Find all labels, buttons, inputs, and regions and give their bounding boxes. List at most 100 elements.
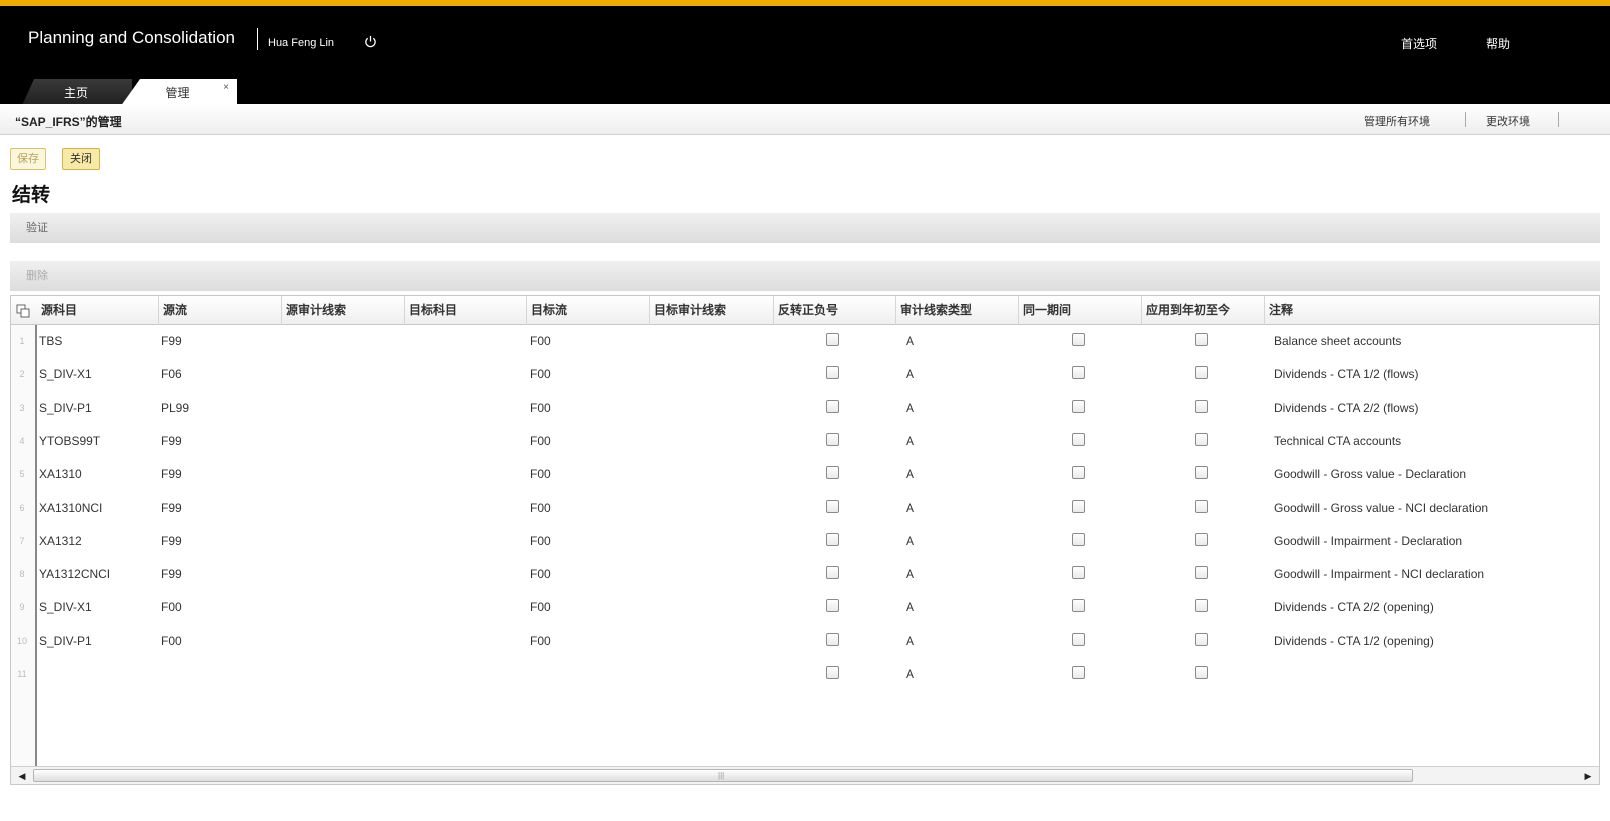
apply-ytd-checkbox[interactable] bbox=[1195, 432, 1208, 446]
same-period-checkbox[interactable] bbox=[1072, 366, 1085, 380]
source-flow-cell[interactable]: F00 bbox=[161, 634, 182, 648]
comment-cell[interactable]: Dividends - CTA 1/2 (opening) bbox=[1274, 634, 1434, 648]
apply-ytd-checkbox[interactable] bbox=[1195, 532, 1208, 546]
delete-button[interactable]: 删除 bbox=[10, 261, 1600, 291]
col-reverse-sign[interactable]: 反转正负号 bbox=[774, 296, 896, 325]
apply-ytd-checkbox[interactable] bbox=[1195, 466, 1208, 480]
target-flow-cell[interactable]: F00 bbox=[530, 401, 551, 415]
source-flow-cell[interactable]: F99 bbox=[161, 434, 182, 448]
tab-close-icon[interactable]: × bbox=[223, 79, 229, 102]
scroll-right-icon[interactable]: ▶ bbox=[1579, 767, 1597, 785]
audit-trail-type-cell[interactable]: A bbox=[906, 467, 914, 481]
same-period-checkbox[interactable] bbox=[1072, 333, 1085, 346]
comment-cell[interactable]: Goodwill - Impairment - Declaration bbox=[1274, 534, 1462, 548]
power-icon[interactable] bbox=[364, 35, 377, 48]
reverse-sign-checkbox[interactable] bbox=[826, 399, 839, 413]
table-row[interactable]: 4 YTOBS99T F99 F00 A Technical CTA accounts bbox=[11, 425, 1599, 458]
reverse-sign-checkbox[interactable] bbox=[826, 499, 839, 513]
audit-trail-type-cell[interactable]: A bbox=[906, 334, 914, 348]
horizontal-scrollbar[interactable]: ◀ ||| ▶ bbox=[11, 766, 1599, 784]
preferences-link[interactable]: 首选项 bbox=[1401, 35, 1437, 52]
col-source-account[interactable]: 源科目 bbox=[37, 296, 159, 325]
table-row[interactable]: 2 S_DIV-X1 F06 F00 A Dividends - CTA 1/2 (flo… bbox=[11, 358, 1599, 391]
same-period-checkbox[interactable] bbox=[1072, 599, 1085, 613]
table-row[interactable]: 11 A bbox=[11, 658, 1599, 691]
source-flow-cell[interactable]: F06 bbox=[161, 367, 182, 381]
audit-trail-type-cell[interactable]: A bbox=[906, 600, 914, 614]
apply-ytd-checkbox[interactable] bbox=[1195, 666, 1208, 679]
scroll-thumb[interactable]: ||| bbox=[33, 769, 1413, 782]
reverse-sign-checkbox[interactable] bbox=[826, 432, 839, 446]
reverse-sign-checkbox[interactable] bbox=[826, 566, 839, 580]
source-account-cell[interactable]: XA1312 bbox=[39, 534, 82, 548]
apply-ytd-checkbox[interactable] bbox=[1195, 499, 1208, 513]
target-flow-cell[interactable]: F00 bbox=[530, 600, 551, 614]
same-period-checkbox[interactable] bbox=[1072, 399, 1085, 413]
same-period-checkbox[interactable] bbox=[1072, 432, 1085, 446]
comment-cell[interactable]: Dividends - CTA 2/2 (flows) bbox=[1274, 401, 1419, 415]
source-flow-cell[interactable]: F00 bbox=[161, 600, 182, 614]
col-source-flow[interactable]: 源流 bbox=[159, 296, 282, 325]
source-flow-cell[interactable]: F99 bbox=[161, 334, 182, 348]
table-row[interactable]: 7 XA1312 F99 F00 A Goodwill - Impairment - De… bbox=[11, 525, 1599, 558]
col-comment[interactable]: 注释 bbox=[1265, 296, 1599, 325]
audit-trail-type-cell[interactable]: A bbox=[906, 501, 914, 515]
source-account-cell[interactable]: S_DIV-X1 bbox=[39, 367, 92, 381]
comment-cell[interactable]: Technical CTA accounts bbox=[1274, 434, 1401, 448]
reverse-sign-checkbox[interactable] bbox=[826, 333, 839, 346]
manage-all-environments-link[interactable]: 管理所有环境 bbox=[1364, 113, 1430, 129]
audit-trail-type-cell[interactable]: A bbox=[906, 667, 914, 681]
comment-cell[interactable]: Dividends - CTA 2/2 (opening) bbox=[1274, 600, 1434, 614]
same-period-checkbox[interactable] bbox=[1072, 632, 1085, 646]
audit-trail-type-cell[interactable]: A bbox=[906, 634, 914, 648]
col-same-period[interactable]: 同一期间 bbox=[1019, 296, 1142, 325]
col-apply-to-ytd[interactable]: 应用到年初至今 bbox=[1142, 296, 1265, 325]
source-account-cell[interactable]: YA1312CNCI bbox=[39, 567, 110, 581]
apply-ytd-checkbox[interactable] bbox=[1195, 566, 1208, 580]
source-account-cell[interactable]: XA1310NCI bbox=[39, 501, 102, 515]
reverse-sign-checkbox[interactable] bbox=[826, 666, 839, 679]
table-row[interactable]: 8 YA1312CNCI F99 F00 A Goodwill - Impairment … bbox=[11, 558, 1599, 591]
table-row[interactable]: 6 XA1310NCI F99 F00 A Goodwill - Gross value … bbox=[11, 492, 1599, 525]
comment-cell[interactable]: Dividends - CTA 1/2 (flows) bbox=[1274, 367, 1419, 381]
source-account-cell[interactable]: YTOBS99T bbox=[39, 434, 100, 448]
same-period-checkbox[interactable] bbox=[1072, 666, 1085, 679]
apply-ytd-checkbox[interactable] bbox=[1195, 632, 1208, 646]
source-flow-cell[interactable]: F99 bbox=[161, 467, 182, 481]
source-account-cell[interactable]: S_DIV-X1 bbox=[39, 600, 92, 614]
source-flow-cell[interactable]: PL99 bbox=[161, 401, 189, 415]
save-button[interactable]: 保存 bbox=[10, 148, 46, 170]
target-flow-cell[interactable]: F00 bbox=[530, 534, 551, 548]
close-button[interactable]: 关闭 bbox=[62, 148, 100, 170]
source-account-cell[interactable]: S_DIV-P1 bbox=[39, 401, 92, 415]
source-flow-cell[interactable]: F99 bbox=[161, 534, 182, 548]
table-row[interactable]: 9 S_DIV-X1 F00 F00 A Dividends - CTA 2/2 (ope… bbox=[11, 591, 1599, 624]
audit-trail-type-cell[interactable]: A bbox=[906, 567, 914, 581]
col-source-audit-trail[interactable]: 源审计线索 bbox=[282, 296, 405, 325]
audit-trail-type-cell[interactable]: A bbox=[906, 434, 914, 448]
target-flow-cell[interactable]: F00 bbox=[530, 434, 551, 448]
target-flow-cell[interactable]: F00 bbox=[530, 501, 551, 515]
comment-cell[interactable]: Goodwill - Gross value - Declaration bbox=[1274, 467, 1466, 481]
table-row[interactable]: 10 S_DIV-P1 F00 F00 A Dividends - CTA 1/2 (op… bbox=[11, 625, 1599, 658]
comment-cell[interactable]: Goodwill - Impairment - NCI declaration bbox=[1274, 567, 1484, 581]
target-flow-cell[interactable]: F00 bbox=[530, 334, 551, 348]
target-flow-cell[interactable]: F00 bbox=[530, 567, 551, 581]
col-target-account[interactable]: 目标科目 bbox=[405, 296, 527, 325]
help-link[interactable]: 帮助 bbox=[1486, 35, 1510, 52]
comment-cell[interactable]: Balance sheet accounts bbox=[1274, 334, 1401, 348]
same-period-checkbox[interactable] bbox=[1072, 532, 1085, 546]
source-account-cell[interactable]: TBS bbox=[39, 334, 62, 348]
apply-ytd-checkbox[interactable] bbox=[1195, 599, 1208, 613]
reverse-sign-checkbox[interactable] bbox=[826, 599, 839, 613]
scroll-left-icon[interactable]: ◀ bbox=[13, 767, 31, 785]
target-flow-cell[interactable]: F00 bbox=[530, 467, 551, 481]
same-period-checkbox[interactable] bbox=[1072, 499, 1085, 513]
table-row[interactable]: 3 S_DIV-P1 PL99 F00 A Dividends - CTA 2/2 (fl… bbox=[11, 392, 1599, 425]
apply-ytd-checkbox[interactable] bbox=[1195, 366, 1208, 380]
reverse-sign-checkbox[interactable] bbox=[826, 366, 839, 380]
source-flow-cell[interactable]: F99 bbox=[161, 501, 182, 515]
source-account-cell[interactable]: S_DIV-P1 bbox=[39, 634, 92, 648]
audit-trail-type-cell[interactable]: A bbox=[906, 367, 914, 381]
apply-ytd-checkbox[interactable] bbox=[1195, 333, 1208, 346]
